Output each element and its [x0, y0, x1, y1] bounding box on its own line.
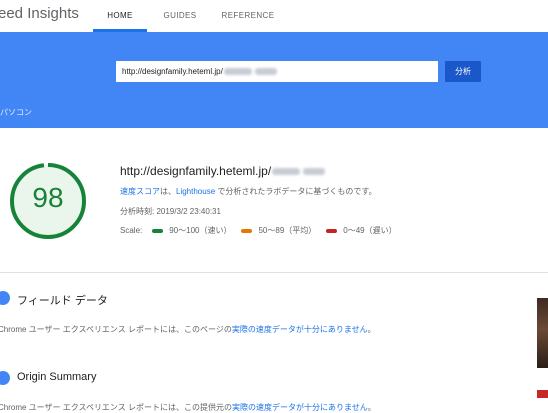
scale-label: Scale: — [120, 226, 143, 235]
tab-home[interactable]: HOME — [93, 0, 147, 32]
scale-slow-text: 0〜49（遅い） — [343, 226, 397, 235]
redacted-text — [272, 168, 301, 176]
scale-fast: 90〜100（速い） — [152, 225, 231, 236]
desc-text: で分析されたラボデータに基づくものです。 — [215, 187, 377, 196]
tab-guides[interactable]: GUIDES — [155, 0, 205, 32]
url-input[interactable]: http://designfamily.heteml.jp/ — [116, 61, 438, 82]
scale-average: 50〜89（平均） — [241, 225, 316, 236]
url-input-value: http://designfamily.heteml.jp/ — [122, 67, 223, 76]
field-data-text-suffix: 。 — [367, 325, 376, 334]
redacted-text — [254, 68, 277, 76]
field-data-title: フィールド データ — [17, 295, 108, 307]
origin-summary-title: Origin Summary — [17, 371, 97, 383]
desc-text: は、 — [160, 187, 176, 196]
section-divider — [0, 272, 548, 273]
redacted-text — [303, 168, 326, 176]
app-title: eed Insights — [0, 5, 79, 22]
origin-summary-icon — [0, 371, 10, 385]
scale-average-text: 50〜89（平均） — [258, 226, 317, 235]
field-data-link[interactable]: 実際の速度データが十分にありません — [232, 325, 368, 334]
scale-fast-swatch — [152, 228, 164, 233]
field-data-text-prefix: Chrome ユーザー エクスペリエンス レポートには、このページの — [0, 325, 232, 334]
score-scale-legend: Scale: 90〜100（速い） 50〜89（平均） 0〜49（遅い） — [120, 225, 397, 236]
field-data-text: Chrome ユーザー エクスペリエンス レポートには、このページの実際の速度デ… — [0, 324, 376, 335]
score-value: 98 — [32, 182, 64, 213]
lighthouse-link[interactable]: Lighthouse — [176, 187, 215, 196]
scale-fast-text: 90〜100（速い） — [169, 226, 232, 235]
redacted-text — [223, 68, 252, 76]
scale-average-swatch — [241, 228, 253, 233]
analyzed-url: http://designfamily.heteml.jp/ — [120, 164, 326, 178]
scale-slow: 0〜49（遅い） — [326, 225, 397, 236]
field-data-icon — [0, 291, 10, 305]
page-screenshot-thumbnail-accent — [537, 390, 548, 398]
tab-reference[interactable]: REFERENCE — [215, 0, 281, 32]
analyzed-url-text: http://designfamily.heteml.jp/ — [120, 164, 272, 178]
analysis-time: 分析時刻: 2019/3/2 23:40:31 — [120, 207, 221, 216]
score-description: 速度スコアは、Lighthouse で分析されたラボデータに基づくものです。 — [120, 186, 377, 197]
scale-slow-swatch — [326, 228, 338, 233]
top-navigation-bar: eed Insights HOME GUIDES REFERENCE — [0, 0, 548, 33]
speed-score-link[interactable]: 速度スコア — [120, 187, 160, 196]
page-screenshot-thumbnail — [537, 298, 548, 368]
analyze-button[interactable]: 分析 — [445, 61, 481, 82]
device-tab-desktop[interactable]: パソコン — [0, 107, 32, 118]
